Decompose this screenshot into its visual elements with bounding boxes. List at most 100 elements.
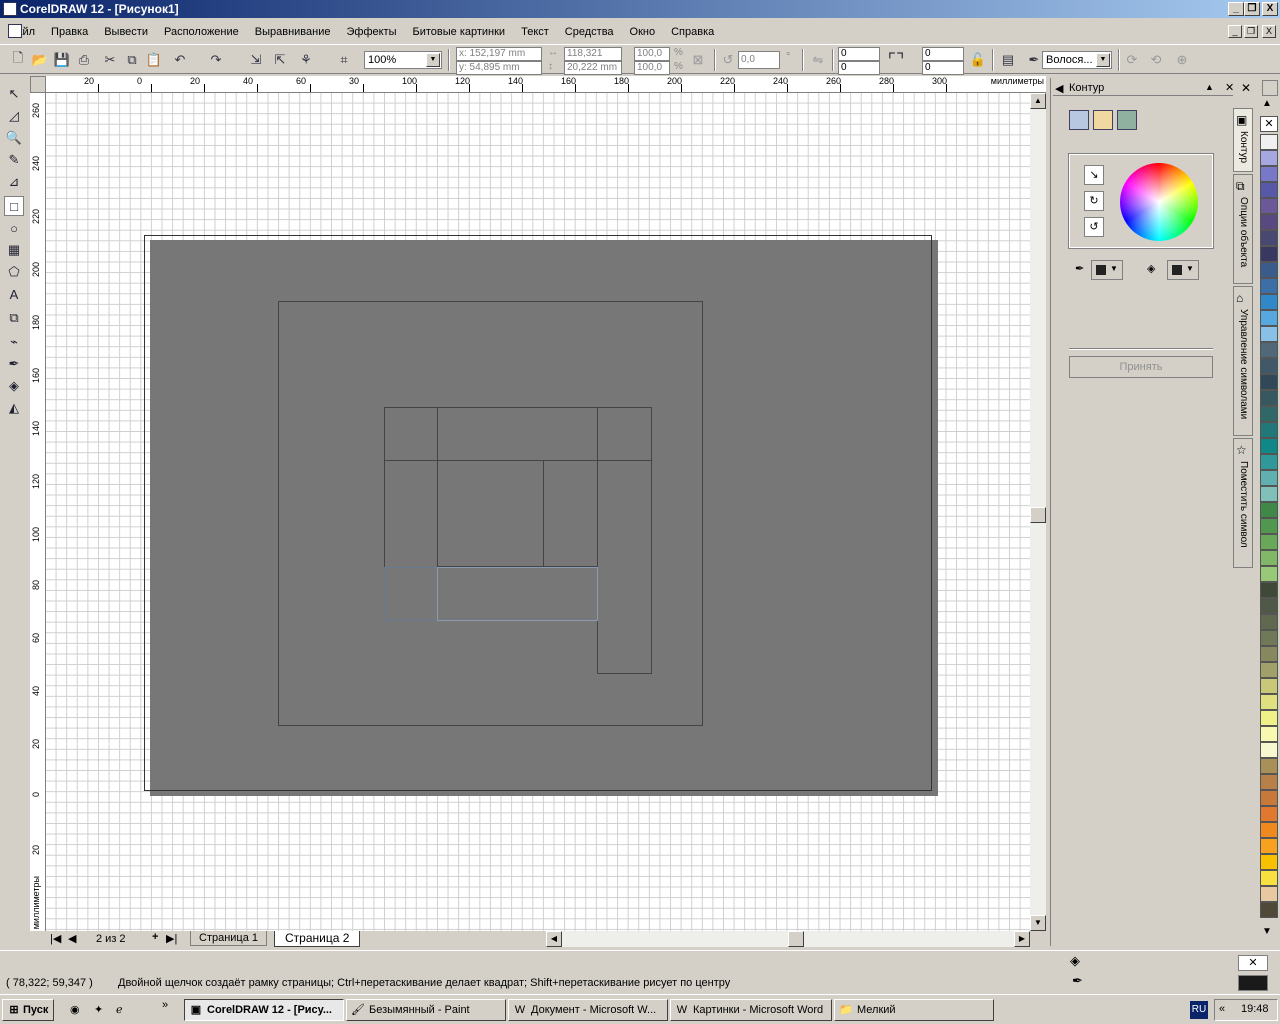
- color-swatch[interactable]: [1260, 406, 1278, 422]
- pick-tool-icon[interactable]: ↖: [4, 84, 24, 104]
- color-swatch[interactable]: [1260, 838, 1278, 854]
- no-color-icon[interactable]: ✕: [1260, 116, 1278, 132]
- undo-icon[interactable]: ↶: [170, 50, 190, 70]
- corner-bl-field[interactable]: 0: [838, 61, 880, 75]
- task-folder[interactable]: 📁 Мелкий: [834, 999, 994, 1021]
- snap-icon[interactable]: ⌗: [334, 50, 354, 70]
- color-swatch[interactable]: [1260, 646, 1278, 662]
- color-swatch[interactable]: [1260, 262, 1278, 278]
- scroll-thumb[interactable]: [1030, 507, 1046, 523]
- doc-close-button[interactable]: X: [1262, 25, 1276, 38]
- scale-x-field[interactable]: 100,0: [634, 47, 670, 61]
- color-swatch[interactable]: [1260, 390, 1278, 406]
- y-position-field[interactable]: y: 54,895 mm: [456, 61, 542, 75]
- polygon-tool-icon[interactable]: ▦: [4, 240, 24, 260]
- color-swatch[interactable]: [1260, 438, 1278, 454]
- rectangle-bl[interactable]: [384, 567, 438, 621]
- color-swatch[interactable]: [1260, 694, 1278, 710]
- color-swatch[interactable]: [1260, 454, 1278, 470]
- fill-tool-icon[interactable]: ◈: [4, 376, 24, 396]
- rectangle-bottom[interactable]: [437, 567, 598, 621]
- tab-symbol-manager[interactable]: ⌂ Управление символами: [1233, 286, 1253, 436]
- horizontal-ruler[interactable]: 20 0 20 40 60 30 100 120 140 160 180 200 220 240 260 28…: [46, 76, 1046, 93]
- tab-insert-symbol[interactable]: ☆ Поместить символ: [1233, 438, 1253, 568]
- target-icon[interactable]: ⊕: [1172, 50, 1192, 70]
- palette-scroll-down-icon[interactable]: ▼: [1262, 926, 1272, 937]
- open-icon[interactable]: 📂: [30, 50, 50, 70]
- fill-swatch-none[interactable]: ✕: [1238, 955, 1268, 971]
- color-swatch[interactable]: [1260, 854, 1278, 870]
- doc-restore-button[interactable]: ❐: [1244, 25, 1258, 38]
- outline-width-combo[interactable]: Волося... ▼: [1042, 51, 1112, 69]
- hscroll-thumb[interactable]: [788, 931, 804, 947]
- color-swatch[interactable]: [1260, 582, 1278, 598]
- palette-options-icon[interactable]: [1262, 80, 1278, 96]
- docker-minimize-icon[interactable]: ▲: [1205, 82, 1214, 92]
- interactive-blend-tool-icon[interactable]: ⧉: [4, 308, 24, 328]
- color-swatch[interactable]: [1260, 294, 1278, 310]
- color-swatch[interactable]: [1260, 806, 1278, 822]
- docker-close-all-icon[interactable]: ✕: [1241, 81, 1251, 95]
- color-swatch[interactable]: [1260, 598, 1278, 614]
- ellipse-tool-icon[interactable]: ○: [4, 218, 24, 238]
- color-swatch[interactable]: [1260, 790, 1278, 806]
- app-icon[interactable]: [3, 2, 17, 16]
- color-swatch[interactable]: [1260, 166, 1278, 182]
- last-page-icon[interactable]: ▶|: [166, 932, 177, 945]
- text-tool-icon[interactable]: A: [4, 284, 24, 304]
- quick-launch-more[interactable]: »: [162, 999, 168, 1011]
- menu-bitmaps[interactable]: Битовые картинки: [405, 22, 514, 42]
- x-position-field[interactable]: x: 152,197 mm: [456, 47, 542, 61]
- counterclockwise-blend-icon[interactable]: ↺: [1084, 217, 1104, 237]
- rectangle-tr[interactable]: [597, 407, 652, 461]
- docker-close-icon[interactable]: ✕: [1225, 81, 1234, 94]
- color-swatch[interactable]: [1260, 726, 1278, 742]
- tab-page-2[interactable]: Страница 2: [274, 931, 361, 947]
- color-swatch[interactable]: [1260, 630, 1278, 646]
- color-swatch[interactable]: [1260, 774, 1278, 790]
- rectangle-center-right[interactable]: [543, 460, 598, 567]
- color-swatch[interactable]: [1260, 710, 1278, 726]
- print-icon[interactable]: ⎙: [74, 50, 94, 70]
- zoom-combo[interactable]: 100% ▼: [364, 51, 442, 69]
- color-swatch[interactable]: [1260, 502, 1278, 518]
- color-swatch[interactable]: [1260, 230, 1278, 246]
- document-icon[interactable]: [8, 24, 22, 38]
- color-swatch[interactable]: [1260, 870, 1278, 886]
- rectangle-tl[interactable]: [384, 407, 438, 461]
- mirror-icon[interactable]: ⇋: [808, 50, 828, 70]
- vertical-ruler[interactable]: 260 240 220 200 180 160 140 120 100 80 60 40 20 0 20 ми…: [30, 93, 46, 931]
- menu-effects[interactable]: Эффекты: [338, 22, 404, 42]
- rectangle-center[interactable]: [437, 460, 544, 567]
- freehand-tool-icon[interactable]: ✎: [4, 150, 24, 170]
- quick-launch-icon-2[interactable]: ✦: [94, 1003, 103, 1016]
- angle-field[interactable]: 0,0: [738, 51, 780, 69]
- color-swatch[interactable]: [1260, 326, 1278, 342]
- save-icon[interactable]: 💾: [52, 50, 72, 70]
- color-wheel[interactable]: [1120, 163, 1198, 241]
- color-swatch[interactable]: [1260, 662, 1278, 678]
- zoom-tool-icon[interactable]: 🔍: [4, 128, 24, 148]
- rectangle-tool-icon[interactable]: □: [4, 196, 24, 216]
- minimize-button[interactable]: _: [1228, 2, 1244, 16]
- close-button[interactable]: X: [1262, 2, 1278, 16]
- start-button[interactable]: ⊞ Пуск: [2, 999, 54, 1021]
- menu-tools[interactable]: Средства: [557, 22, 622, 42]
- cut-icon[interactable]: ✂: [100, 50, 120, 70]
- vertical-scrollbar[interactable]: ▲ ▼: [1030, 93, 1046, 931]
- launcher-icon[interactable]: ⚘: [296, 50, 316, 70]
- chevron-down-icon[interactable]: ▼: [426, 53, 440, 67]
- basic-shapes-tool-icon[interactable]: ⬠: [4, 262, 24, 282]
- scroll-up-icon[interactable]: ▲: [1030, 93, 1046, 109]
- smart-fill-tool-icon[interactable]: ⊿: [4, 172, 24, 192]
- scroll-down-icon[interactable]: ▼: [1030, 915, 1046, 931]
- lock-ratio-icon[interactable]: ⊠: [688, 50, 708, 70]
- color-swatch[interactable]: [1260, 486, 1278, 502]
- color-swatch[interactable]: [1260, 742, 1278, 758]
- redo-icon[interactable]: ↷: [206, 50, 226, 70]
- menu-window[interactable]: Окно: [622, 22, 664, 42]
- tab-contour[interactable]: ▣ Контур: [1233, 108, 1253, 172]
- corner-tl-field[interactable]: 0: [838, 47, 880, 61]
- ie-icon[interactable]: ℯ: [116, 1003, 123, 1016]
- corner-br-field[interactable]: 0: [922, 61, 964, 75]
